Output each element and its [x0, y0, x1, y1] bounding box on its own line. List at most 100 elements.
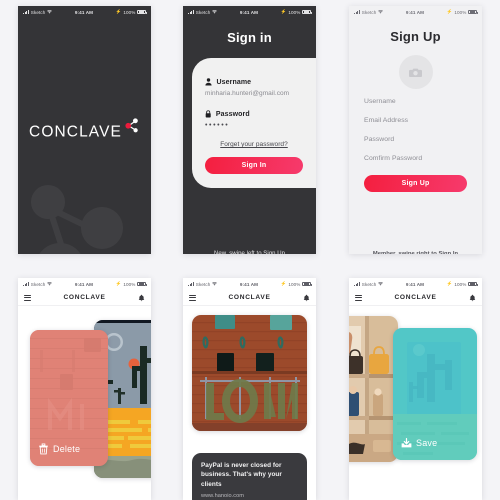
- caption-url[interactable]: www.hanoio.com: [201, 493, 298, 499]
- wifi-icon: [47, 282, 53, 286]
- status-bar: Sketch 9:41 AM ⚡ 100%: [183, 278, 316, 290]
- username-field-header: Username: [205, 78, 303, 86]
- battery-icon: [302, 281, 312, 287]
- save-download-icon: [401, 437, 412, 448]
- phone-signin: Sketch 9:41 AM ⚡ 100% Sign in Username m…: [183, 6, 316, 254]
- wifi-icon: [212, 282, 218, 286]
- card-stage: Save: [349, 306, 482, 500]
- app-title: CONCLAVE: [394, 294, 437, 301]
- carrier-label: Sketch: [195, 281, 211, 287]
- brand-logo: CONCLAVE: [18, 118, 151, 141]
- charging-icon: ⚡: [446, 281, 453, 286]
- signup-confirm-password-input[interactable]: Comfirm Password: [364, 146, 467, 165]
- mockup-board: Sketch 9:41 AM ⚡ 100% CONCLAVE Sketch 9:…: [0, 0, 500, 500]
- charging-icon: ⚡: [280, 9, 287, 14]
- card-stage: PayPal is never closed for business. Tha…: [183, 306, 316, 500]
- status-bar: Sketch 9:41 AM ⚡ 100%: [349, 278, 482, 290]
- wifi-icon: [378, 10, 384, 14]
- carrier-label: Sketch: [361, 281, 377, 287]
- splash-screen: CONCLAVE: [18, 18, 151, 254]
- signal-icon: [23, 282, 29, 287]
- feed-screen-save: CONCLAVE Save: [349, 290, 482, 500]
- password-field-header: Password: [205, 110, 303, 118]
- background-molecule-decoration: [31, 185, 123, 254]
- battery-icon: [468, 9, 478, 15]
- bell-icon[interactable]: [138, 294, 145, 302]
- phone-feed-caption: Sketch 9:41 AM ⚡ 100% CONCLAVE PayPal is…: [183, 278, 316, 500]
- signup-footer-hint[interactable]: Member, swipe right to Sign In: [364, 251, 467, 254]
- battery-icon: [468, 281, 478, 287]
- bell-icon[interactable]: [469, 294, 476, 302]
- card-front-delete[interactable]: Delete: [30, 330, 108, 466]
- phone-signup: Sketch 9:41 AM ⚡ 100% Sign Up Username E…: [349, 6, 482, 254]
- battery-percent-label: 100%: [123, 281, 136, 287]
- card-photo-love-wall[interactable]: [192, 315, 307, 431]
- status-bar: Sketch 9:41 AM ⚡ 100%: [349, 6, 482, 18]
- app-header: CONCLAVE: [183, 290, 316, 306]
- clock-label: 9:41 AM: [239, 9, 259, 15]
- avatar-upload-button[interactable]: [394, 51, 437, 93]
- wifi-icon: [378, 282, 384, 286]
- signup-screen: Sign Up Username Email Address Password …: [349, 18, 482, 254]
- battery-icon: [137, 9, 147, 15]
- signal-icon: [354, 282, 360, 287]
- signup-username-input[interactable]: Username: [364, 89, 467, 108]
- app-header: CONCLAVE: [18, 290, 151, 306]
- charging-icon: ⚡: [115, 9, 122, 14]
- signal-icon: [188, 282, 194, 287]
- app-title: CONCLAVE: [63, 294, 106, 301]
- save-action-overlay[interactable]: Save: [401, 437, 437, 449]
- charging-icon: ⚡: [446, 9, 453, 14]
- signal-icon: [354, 10, 360, 15]
- share-network-icon: [125, 118, 138, 133]
- battery-percent-label: 100%: [454, 9, 467, 15]
- signin-form-card: Username minharia.hunteri@gmail.com Pass…: [192, 58, 316, 188]
- clock-label: 9:41 AM: [405, 9, 425, 15]
- password-input[interactable]: ••••••: [205, 122, 303, 129]
- signin-footer-hint[interactable]: New, swipe left to Sign Up: [183, 251, 316, 254]
- signup-email-input[interactable]: Email Address: [364, 108, 467, 127]
- signin-screen: Sign in Username minharia.hunteri@gmail.…: [183, 18, 316, 254]
- forgot-password-link[interactable]: Forget your password?: [205, 141, 303, 148]
- hamburger-icon[interactable]: [24, 294, 31, 301]
- clock-label: 9:41 AM: [74, 9, 94, 15]
- signup-title: Sign Up: [390, 29, 441, 44]
- camera-icon: [409, 68, 422, 77]
- phone-splash: Sketch 9:41 AM ⚡ 100% CONCLAVE: [18, 6, 151, 254]
- signin-button[interactable]: Sign In: [205, 157, 303, 174]
- bell-icon[interactable]: [303, 294, 310, 302]
- battery-icon: [137, 281, 147, 287]
- wifi-icon: [212, 10, 218, 14]
- battery-percent-label: 100%: [288, 281, 301, 287]
- signup-password-input[interactable]: Password: [364, 127, 467, 146]
- clock-label: 9:41 AM: [405, 281, 425, 287]
- battery-percent-label: 100%: [288, 9, 301, 15]
- carrier-label: Sketch: [361, 9, 377, 15]
- delete-action-overlay[interactable]: Delete: [38, 443, 80, 455]
- signin-title: Sign in: [227, 30, 272, 45]
- battery-percent-label: 100%: [123, 9, 136, 15]
- card-front-save[interactable]: Save: [393, 328, 477, 460]
- app-title: CONCLAVE: [228, 294, 271, 301]
- card-back-store-shelf[interactable]: [349, 316, 398, 462]
- clock-label: 9:41 AM: [239, 281, 259, 287]
- clock-label: 9:41 AM: [74, 281, 94, 287]
- status-bar: Sketch 9:41 AM ⚡ 100%: [183, 6, 316, 18]
- person-icon: [205, 78, 212, 86]
- card-stage: Delete: [18, 306, 151, 500]
- carrier-label: Sketch: [30, 281, 46, 287]
- signup-button-wrapper: Sign Up: [364, 175, 467, 192]
- charging-icon: ⚡: [280, 281, 287, 286]
- hamburger-icon[interactable]: [189, 294, 196, 301]
- battery-icon: [302, 9, 312, 15]
- status-bar: Sketch 9:41 AM ⚡ 100%: [18, 278, 151, 290]
- signup-button[interactable]: Sign Up: [364, 175, 467, 192]
- brand-logo-text: CONCLAVE: [29, 123, 122, 141]
- password-label: Password: [215, 110, 250, 118]
- username-input[interactable]: minharia.hunteri@gmail.com: [205, 90, 303, 97]
- phone-feed-delete: Sketch 9:41 AM ⚡ 100% CONCLAVE Delete: [18, 278, 151, 500]
- carrier-label: Sketch: [195, 9, 211, 15]
- card-image-handbag-shelf: [349, 316, 398, 462]
- signal-icon: [23, 10, 29, 15]
- hamburger-icon[interactable]: [355, 294, 362, 301]
